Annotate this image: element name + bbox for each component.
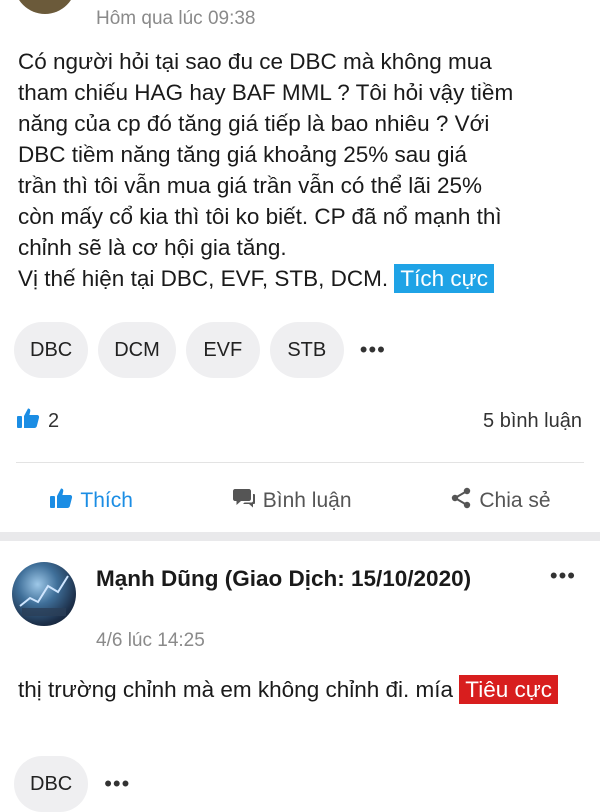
post2-author[interactable]: Mạnh Dũng (Giao Dịch: 15/10/2020) [96,563,516,594]
divider [16,462,584,463]
section-separator [0,532,600,541]
thumbs-up-icon [49,487,73,515]
comment-count[interactable]: 5 bình luận [483,410,582,433]
share-icon [450,487,472,515]
tags-more-button[interactable]: ••• [98,756,136,812]
tags-more-button[interactable]: ••• [354,322,392,378]
post1-position-line: Vị thế hiện tại DBC, EVF, STB, DCM. Tích… [18,263,584,294]
comment-icon [232,487,256,515]
tag-dcm[interactable]: DCM [98,322,176,378]
comment-label: Bình luận [262,489,352,512]
post2-body: thị trường chỉnh mà em không chỉnh đi. m… [18,674,584,705]
like-button[interactable]: Thích [49,487,133,515]
post1-line: trần thì tôi vẫn mua giá trần vẫn có thể… [18,173,483,198]
post2-avatar[interactable] [12,562,76,626]
post1-line: chỉnh sẽ là cơ hội gia tăng. [18,235,287,260]
post2-timestamp: 4/6 lúc 14:25 [96,630,205,651]
post1-line: năng của cp đó tăng giá tiếp là bao nhiê… [18,111,490,136]
share-button[interactable]: Chia sẻ [450,487,551,515]
post1-avatar[interactable] [14,0,76,14]
thumbs-up-icon [16,407,40,435]
comment-button[interactable]: Bình luận [232,487,352,515]
post1-line: tham chiếu HAG hay BAF MML ? Tôi hỏi vậy… [18,80,514,105]
post1-actions: Thích Bình luận Chia sẻ [0,476,600,526]
post1-timestamp: Hôm qua lúc 09:38 [96,8,256,29]
like-label: Thích [80,489,133,512]
post2-text: thị trường chỉnh mà em không chỉnh đi. m… [18,677,454,702]
post1-line: Có người hỏi tại sao đu ce DBC mà không … [18,49,492,74]
sentiment-badge-positive: Tích cực [394,264,494,293]
post1-line: còn mấy cổ kia thì tôi ko biết. CP đã nổ… [18,204,502,229]
tag-stb[interactable]: STB [269,322,344,378]
post-menu-button[interactable]: ••• [550,563,576,589]
post2-line: thị trường chỉnh mà em không chỉnh đi. m… [18,674,584,705]
post1-body: Có người hỏi tại sao đu ce DBC mà không … [18,46,584,294]
post1-line: DBC tiềm năng tăng giá khoảng 25% sau gi… [18,142,468,167]
tag-evf[interactable]: EVF [185,322,260,378]
share-label: Chia sẻ [479,489,551,512]
tag-dbc[interactable]: DBC [14,756,89,812]
like-summary[interactable]: 2 [16,407,59,435]
post2-tags: DBC ••• [14,756,136,812]
tag-dbc[interactable]: DBC [14,322,89,378]
sentiment-badge-negative: Tiêu cực [459,675,559,704]
post1-reactions: 2 5 bình luận [16,404,582,438]
post1-tags: DBC DCM EVF STB ••• [14,322,392,378]
post1-position-text: Vị thế hiện tại DBC, EVF, STB, DCM. [18,266,389,291]
like-count: 2 [48,409,60,432]
